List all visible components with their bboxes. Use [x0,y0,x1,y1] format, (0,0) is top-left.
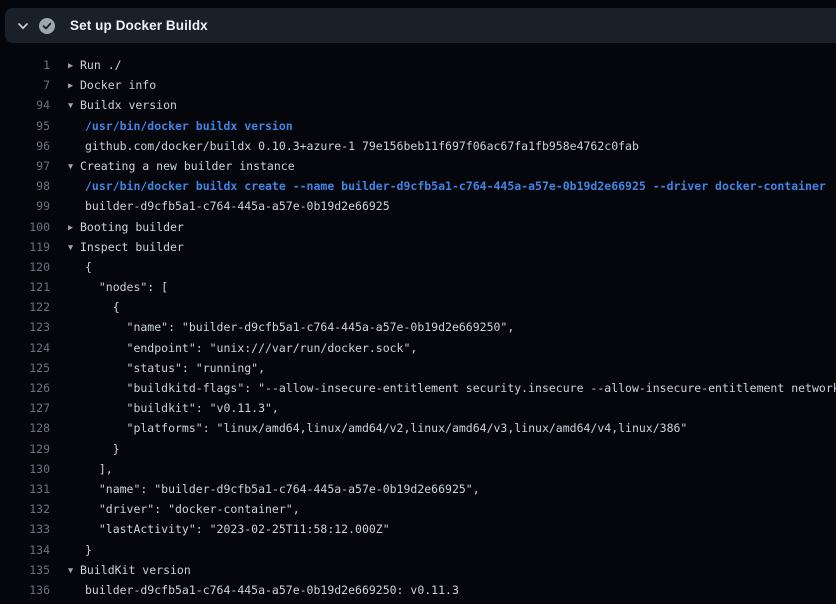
output-text: "name": "builder-d9cfb5a1-c764-445a-a57e… [68,479,480,499]
group-title: Docker info [80,78,156,92]
log-row: 134} [0,540,836,560]
log-row[interactable]: 97 ▼Creating a new builder instance [0,156,836,176]
triangle-down-icon[interactable]: ▼ [68,561,80,580]
chevron-down-icon[interactable] [17,20,29,32]
group-title: Booting builder [80,220,184,234]
step-title: Set up Docker Buildx [70,18,208,33]
log-row: 130 ], [0,459,836,479]
output-text: "driver": "docker-container", [68,499,300,519]
line-number-link[interactable]: 95 [0,116,50,136]
triangle-down-icon[interactable]: ▼ [68,157,80,176]
group-title: Buildx version [80,98,177,112]
log-row: 126 "buildkitd-flags": "--allow-insecure… [0,378,836,398]
log-row: 129 } [0,439,836,459]
line-number-link[interactable]: 127 [0,398,50,418]
output-text: { [68,297,120,317]
line-number-link[interactable]: 123 [0,317,50,337]
triangle-right-icon[interactable]: ▶ [68,76,80,95]
output-text: "buildkitd-flags": "--allow-insecure-ent… [68,378,836,398]
log-row: 133 "lastActivity": "2023-02-25T11:58:12… [0,519,836,539]
line-number-link[interactable]: 131 [0,479,50,499]
line-number-link[interactable]: 132 [0,499,50,519]
line-number-link[interactable]: 136 [0,580,50,600]
output-text: "lastActivity": "2023-02-25T11:58:12.000… [68,519,390,539]
group-title: BuildKit version [80,563,191,577]
check-circle-icon [39,18,55,34]
log-row: 127 "buildkit": "v0.11.3", [0,398,836,418]
line-number-link[interactable]: 119 [0,237,50,257]
log-row[interactable]: 1 ▶Run ./ [0,55,836,75]
log-row[interactable]: 94 ▼Buildx version [0,95,836,115]
log-rows: 1▶Run ./7▶Docker info94▼Buildx version95… [0,55,836,600]
triangle-down-icon[interactable]: ▼ [68,96,80,115]
group-title: Inspect builder [80,240,184,254]
line-number-link[interactable]: 135 [0,560,50,580]
group-title: Creating a new builder instance [80,159,295,173]
line-number-link[interactable]: 134 [0,540,50,560]
log-row: 120 { [0,257,836,277]
line-number-link[interactable]: 1 [0,55,50,75]
triangle-right-icon[interactable]: ▶ [68,218,80,237]
log-row: 95/usr/bin/docker buildx version [0,116,836,136]
line-number-link[interactable]: 124 [0,338,50,358]
triangle-down-icon[interactable]: ▼ [68,238,80,257]
line-number-link[interactable]: 120 [0,257,50,277]
log-row[interactable]: 135 ▼BuildKit version [0,560,836,580]
line-number-link[interactable]: 126 [0,378,50,398]
log-row: 136 builder-d9cfb5a1-c764-445a-a57e-0b19d… [0,580,836,600]
line-number-link[interactable]: 99 [0,196,50,216]
output-text: ], [68,459,113,479]
log-row[interactable]: 100 ▶Booting builder [0,217,836,237]
line-number-link[interactable]: 121 [0,277,50,297]
output-text: "status": "running", [68,358,265,378]
output-text: } [68,540,92,560]
line-number-link[interactable]: 98 [0,176,50,196]
line-number-link[interactable]: 128 [0,418,50,438]
output-text: "nodes": [ [68,277,168,297]
log-row: 122 { [0,297,836,317]
triangle-right-icon[interactable]: ▶ [68,56,80,75]
log-row: 124 "endpoint": "unix:///var/run/docker.… [0,338,836,358]
line-number-link[interactable]: 129 [0,439,50,459]
line-number-link[interactable]: 94 [0,95,50,115]
log-row: 121 "nodes": [ [0,277,836,297]
command-text: /usr/bin/docker buildx version [68,116,293,136]
output-text: } [68,439,120,459]
log-row: 125 "status": "running", [0,358,836,378]
line-number-link[interactable]: 122 [0,297,50,317]
output-text: "endpoint": "unix:///var/run/docker.sock… [68,338,417,358]
output-text: "platforms": "linux/amd64,linux/amd64/v2… [68,418,687,438]
log-row: 128 "platforms": "linux/amd64,linux/amd6… [0,418,836,438]
line-number-link[interactable]: 125 [0,358,50,378]
log-row: 132 "driver": "docker-container", [0,499,836,519]
command-text: /usr/bin/docker buildx create --name bui… [68,176,826,196]
line-number-link[interactable]: 100 [0,217,50,237]
log-row[interactable]: 7 ▶Docker info [0,75,836,95]
log-row: 123 "name": "builder-d9cfb5a1-c764-445a-… [0,317,836,337]
line-number-link[interactable]: 7 [0,75,50,95]
output-text: github.com/docker/buildx 0.10.3+azure-1 … [68,136,639,156]
output-text: "name": "builder-d9cfb5a1-c764-445a-a57e… [68,317,514,337]
log-row: 99 builder-d9cfb5a1-c764-445a-a57e-0b19d2… [0,196,836,216]
line-number-link[interactable]: 133 [0,519,50,539]
line-number-link[interactable]: 97 [0,156,50,176]
log-row: 98/usr/bin/docker buildx create --name b… [0,176,836,196]
line-number-link[interactable]: 130 [0,459,50,479]
output-text: "buildkit": "v0.11.3", [68,398,279,418]
log-row: 131 "name": "builder-d9cfb5a1-c764-445a-… [0,479,836,499]
output-text: builder-d9cfb5a1-c764-445a-a57e-0b19d2e6… [68,580,459,600]
step-header[interactable]: Set up Docker Buildx [5,8,836,43]
group-title: Run ./ [80,58,122,72]
log-row: 96 github.com/docker/buildx 0.10.3+azure-… [0,136,836,156]
output-text: builder-d9cfb5a1-c764-445a-a57e-0b19d2e6… [68,196,390,216]
line-number-link[interactable]: 96 [0,136,50,156]
output-text: { [68,257,92,277]
log-row[interactable]: 119 ▼Inspect builder [0,237,836,257]
